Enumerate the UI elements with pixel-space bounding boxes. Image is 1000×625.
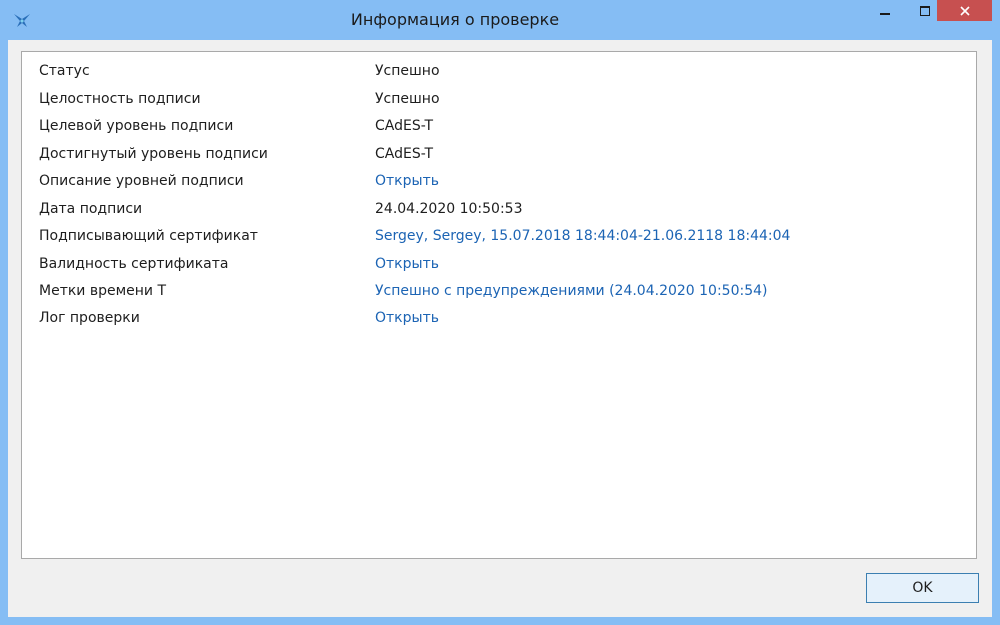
row-label: Описание уровней подписи	[39, 173, 244, 189]
row-label: Статус	[39, 63, 90, 79]
details-row-signing-date: Дата подписи 24.04.2020 10:50:53	[22, 197, 976, 221]
dialog-window: Информация о проверке Статус Успешно Цел…	[0, 0, 1000, 625]
row-label: Лог проверки	[39, 310, 140, 326]
row-label: Дата подписи	[39, 201, 143, 217]
row-value: Успешно	[375, 63, 440, 79]
timestamps-link[interactable]: Успешно с предупреждениями (24.04.2020 1…	[375, 279, 768, 303]
details-row-timestamps: Метки времени Т Успешно с предупреждения…	[22, 279, 976, 303]
row-label: Достигнутый уровень подписи	[39, 146, 268, 162]
details-row-integrity: Целостность подписи Успешно	[22, 87, 976, 111]
row-label: Целевой уровень подписи	[39, 118, 234, 134]
minimize-icon	[880, 12, 890, 15]
details-row-verification-log: Лог проверки Открыть	[22, 306, 976, 330]
open-levels-description-link[interactable]: Открыть	[375, 169, 439, 193]
close-icon	[959, 5, 970, 16]
details-row-target-level: Целевой уровень подписи CAdES-T	[22, 114, 976, 138]
maximize-button[interactable]	[912, 0, 938, 21]
details-panel: Статус Успешно Целостность подписи Успеш…	[21, 51, 977, 559]
row-label: Метки времени Т	[39, 283, 167, 299]
row-value: CAdES-T	[375, 146, 434, 162]
window-title: Информация о проверке	[350, 10, 560, 29]
open-verification-log-link[interactable]: Открыть	[375, 306, 439, 330]
row-label: Подписывающий сертификат	[39, 228, 258, 244]
open-certificate-validity-link[interactable]: Открыть	[375, 252, 439, 276]
details-row-status: Статус Успешно	[22, 59, 976, 83]
row-value: 24.04.2020 10:50:53	[375, 201, 523, 217]
minimize-button[interactable]	[858, 0, 912, 21]
row-label: Валидность сертификата	[39, 256, 229, 272]
row-value: CAdES-T	[375, 118, 434, 134]
row-label: Целостность подписи	[39, 91, 201, 107]
title-bar[interactable]: Информация о проверке	[0, 0, 1000, 40]
ok-button[interactable]: OK	[866, 573, 979, 603]
row-value: Успешно	[375, 91, 440, 107]
details-row-achieved-level: Достигнутый уровень подписи CAdES-T	[22, 142, 976, 166]
details-row-levels-description: Описание уровней подписи Открыть	[22, 169, 976, 193]
details-row-signing-certificate: Подписывающий сертификат Sergey, Sergey,…	[22, 224, 976, 248]
maximize-icon	[920, 5, 930, 16]
close-button[interactable]	[937, 0, 992, 21]
details-row-certificate-validity: Валидность сертификата Открыть	[22, 252, 976, 276]
signing-certificate-link[interactable]: Sergey, Sergey, 15.07.2018 18:44:04-21.0…	[375, 224, 790, 248]
dialog-client-area: Статус Успешно Целостность подписи Успеш…	[8, 40, 992, 617]
